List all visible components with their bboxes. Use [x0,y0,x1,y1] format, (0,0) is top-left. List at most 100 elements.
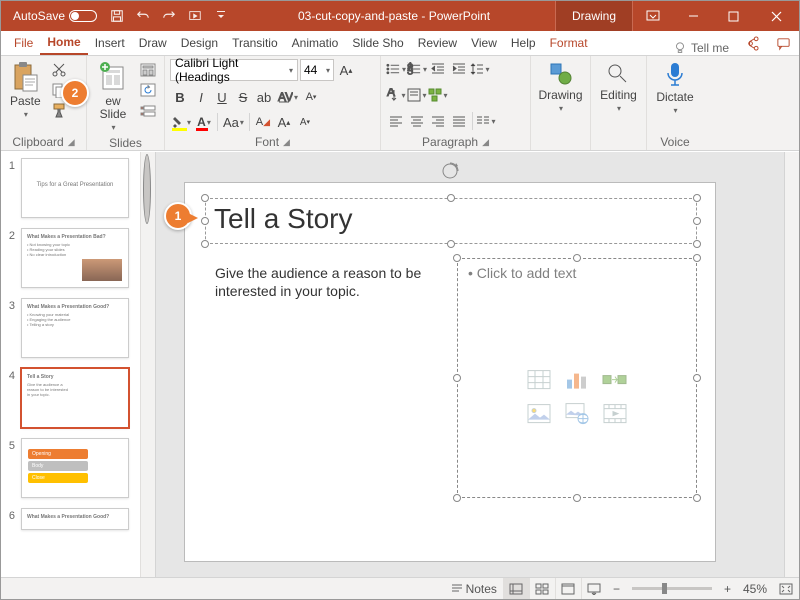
tab-help[interactable]: Help [504,31,543,55]
section-icon[interactable] [139,101,157,119]
tab-review[interactable]: Review [411,31,464,55]
change-case-button[interactable]: Aa▾ [221,112,246,132]
content-placeholder[interactable]: • Click to add text [457,258,697,498]
start-from-beginning-icon[interactable] [183,4,207,28]
normal-view-icon[interactable] [503,578,529,599]
underline-button[interactable]: U [212,87,232,107]
resize-handle[interactable] [693,217,701,225]
insert-chart-icon[interactable] [561,366,593,394]
minimize-button[interactable] [673,1,713,31]
resize-handle[interactable] [201,217,209,225]
close-button[interactable] [753,1,799,31]
cut-icon[interactable] [50,61,68,79]
resize-handle[interactable] [693,254,701,262]
reading-view-icon[interactable] [555,578,581,599]
tab-design[interactable]: Design [174,31,225,55]
shrink-font-alt-icon[interactable]: A▾ [295,112,315,132]
font-color-button[interactable]: A▾ [194,112,214,132]
tab-home[interactable]: Home [40,31,87,55]
maximize-button[interactable] [713,1,753,31]
indent-increase-icon[interactable] [449,59,469,79]
resize-handle[interactable] [573,494,581,502]
smartart-icon[interactable]: ▾ [428,85,448,105]
slide-canvas[interactable]: Tell a Story Give the audience a reason … [184,182,716,562]
undo-icon[interactable] [131,4,155,28]
resize-handle[interactable] [573,254,581,262]
resize-handle[interactable] [201,194,209,202]
clear-formatting-icon[interactable]: A◢ [253,112,273,132]
slide-title-text[interactable]: Tell a Story [206,199,696,239]
font-name-select[interactable]: Calibri Light (Headings▾ [170,59,298,81]
zoom-out-button[interactable]: − [607,578,626,599]
align-text-icon[interactable]: ▾ [407,85,427,105]
align-left-icon[interactable] [386,111,406,131]
zoom-in-button[interactable]: + [718,578,737,599]
rotate-handle-icon[interactable] [440,161,460,181]
launcher-icon[interactable]: ◢ [283,137,290,148]
tab-file[interactable]: File [7,31,40,55]
justify-icon[interactable] [449,111,469,131]
autosave-toggle[interactable]: AutoSave [7,9,103,23]
paste-button[interactable]: Paste▾ [6,59,45,122]
thumbnail-5[interactable]: 5OpeningBodyClose [5,438,155,498]
notes-button[interactable]: Notes [445,578,503,599]
spacing-button[interactable]: AV▾ [275,87,300,107]
thumbnail-2[interactable]: 2What Makes a Presentation Bad?• Not kno… [5,228,155,288]
thumbnail-6[interactable]: 6What Makes a Presentation Good? [5,508,155,530]
layout-icon[interactable] [139,61,157,79]
thumbnail-1[interactable]: 1Tips for a Great Presentation [5,158,155,218]
drawing-button[interactable]: Drawing▾ [536,59,585,116]
line-spacing-icon[interactable]: ▾ [470,59,490,79]
thumbnail-3[interactable]: 3What Makes a Presentation Good?• Knowin… [5,298,155,358]
resize-handle[interactable] [453,254,461,262]
tab-draw[interactable]: Draw [132,31,174,55]
tab-animations[interactable]: Animatio [285,31,346,55]
resize-handle[interactable] [693,374,701,382]
grow-font-alt-icon[interactable]: A▴ [274,112,294,132]
indent-decrease-icon[interactable] [428,59,448,79]
columns-icon[interactable]: ▾ [476,111,496,131]
body-textbox[interactable]: Give the audience a reason to be interes… [205,258,445,498]
launcher-icon[interactable]: ◢ [482,137,489,148]
resize-handle[interactable] [447,240,455,248]
shadow-button[interactable]: ab [254,87,274,107]
dictate-button[interactable]: Dictate▾ [652,59,697,118]
save-icon[interactable] [105,4,129,28]
insert-table-icon[interactable] [523,366,555,394]
bold-button[interactable]: B [170,87,190,107]
share-button[interactable] [735,31,767,55]
resize-handle[interactable] [453,494,461,502]
strikethrough-button[interactable]: S [233,87,253,107]
zoom-level[interactable]: 45% [737,578,773,599]
tab-transitions[interactable]: Transitio [225,31,285,55]
sorter-view-icon[interactable] [529,578,555,599]
redo-icon[interactable] [157,4,181,28]
text-direction-icon[interactable]: A▾ [386,85,406,105]
resize-handle[interactable] [693,240,701,248]
editor-scrollbar[interactable] [784,152,799,577]
new-slide-button[interactable]: ewSlide ▾ [92,59,134,135]
tab-insert[interactable]: Insert [88,31,132,55]
resize-handle[interactable] [201,240,209,248]
bullets-button[interactable]: ▾ [386,59,406,79]
resize-handle[interactable] [447,194,455,202]
numbering-button[interactable]: 123▾ [407,59,427,79]
tab-view[interactable]: View [464,31,504,55]
ribbon-options-icon[interactable] [633,1,673,31]
tab-slideshow[interactable]: Slide Sho [345,31,410,55]
shrink-font-icon[interactable]: A▾ [301,87,321,107]
zoom-slider[interactable] [632,587,712,590]
editing-button[interactable]: Editing▾ [596,59,641,116]
placeholder-text[interactable]: • Click to add text [458,259,696,287]
insert-online-picture-icon[interactable] [561,400,593,428]
comments-button[interactable] [767,31,799,55]
slide-body-text[interactable]: Give the audience a reason to be interes… [205,258,445,306]
launcher-icon[interactable]: ◢ [68,137,75,148]
fit-to-window-icon[interactable] [773,578,799,599]
reset-icon[interactable] [139,81,157,99]
insert-smartart-icon[interactable] [599,366,631,394]
insert-video-icon[interactable] [599,400,631,428]
resize-handle[interactable] [453,374,461,382]
thumbnails-scrollbar[interactable] [140,152,155,577]
qat-dropdown-icon[interactable] [209,4,233,28]
